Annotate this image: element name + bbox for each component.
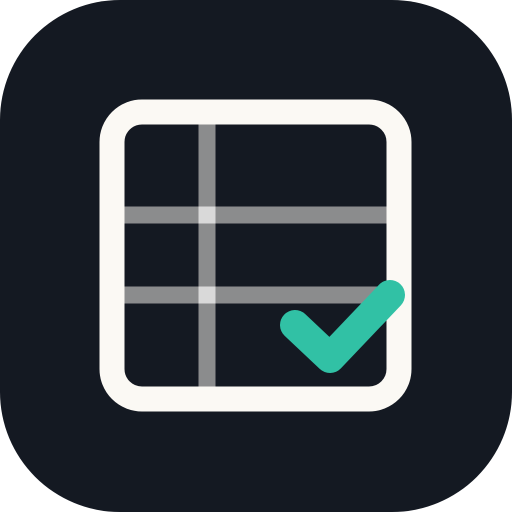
grid-intersection-1 — [198, 206, 216, 224]
spreadsheet-check-icon[interactable] — [0, 0, 512, 512]
icon-background — [0, 0, 512, 512]
canvas — [0, 0, 512, 512]
grid-intersection-2 — [198, 286, 216, 304]
